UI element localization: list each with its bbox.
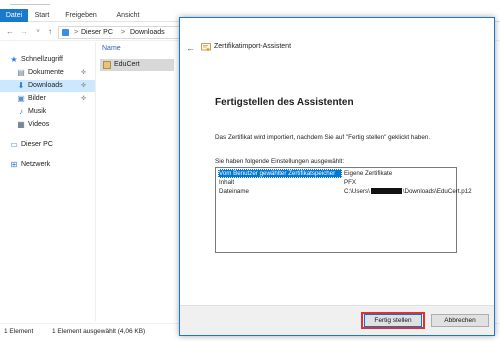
tab-ansicht[interactable]: Ansicht	[110, 9, 146, 22]
setting-key: Dateiname	[219, 188, 249, 195]
breadcrumb-downloads[interactable]: Downloads	[130, 28, 165, 38]
wizard-title: Zertifikatimport-Assistent	[214, 43, 292, 50]
wizard-header: ← Zertifikatimport-Assistent	[180, 18, 494, 74]
tab-start[interactable]: Start	[30, 9, 54, 22]
documents-icon: ▤	[17, 68, 25, 77]
sidebar-item-label: Schnellzugriff	[21, 56, 63, 63]
pin-icon[interactable]: ✜	[81, 93, 86, 105]
settings-list[interactable]: Vom Benutzer gewählter Zertifikatspeiche…	[215, 167, 472, 253]
path-suffix: \Downloads\EduCert.p12	[402, 188, 472, 195]
table-row[interactable]: Vom Benutzer gewählter Zertifikatspeiche…	[217, 169, 455, 178]
title-underline	[10, 0, 50, 5]
sidebar-item-label: Netzwerk	[21, 161, 51, 168]
setting-key: Vom Benutzer gewählter Zertifikatspeiche…	[218, 169, 342, 178]
download-arrow-icon: ⬇	[17, 81, 25, 90]
video-icon: ▦	[17, 120, 25, 129]
certificate-file-icon	[103, 61, 111, 69]
sidebar-item-label: Dokumente	[28, 69, 64, 76]
tab-datei[interactable]: Datei	[0, 9, 28, 22]
sidebar-item-bilder[interactable]: ▣ Bilder ✜	[0, 93, 95, 105]
selection-info: 1 Element ausgewählt (4,06 KB)	[52, 328, 146, 335]
table-row[interactable]: Inhalt PFX	[217, 178, 455, 187]
settings-label: Sie haben folgende Einstellungen ausgewä…	[215, 158, 345, 165]
explorer-title-bar	[0, 0, 500, 9]
sidebar-item-netzwerk[interactable]: ⊞ Netzwerk	[0, 159, 95, 171]
breadcrumb-separator: >	[74, 29, 79, 36]
back-arrow-icon[interactable]: ←	[5, 26, 15, 38]
wizard-footer: Fertig stellen Abbrechen	[180, 305, 494, 335]
path-prefix: C:\Users\	[344, 188, 370, 195]
column-header-name[interactable]: Name	[102, 45, 121, 52]
sidebar-item-musik[interactable]: ♪ Musik	[0, 106, 95, 118]
recent-locations-chevron-icon[interactable]: ˅	[33, 26, 43, 38]
file-name: EduCert	[114, 61, 140, 68]
back-arrow-icon[interactable]: ←	[186, 43, 195, 53]
star-icon: ★	[10, 55, 18, 64]
redaction-bar	[370, 188, 402, 195]
navigation-pane: ★ Schnellzugriff ▤ Dokumente ✜ ⬇ Downloa…	[0, 42, 95, 321]
network-icon: ⊞	[10, 160, 18, 169]
setting-value: PFX	[344, 179, 357, 186]
address-field[interactable]: > Dieser PC > Downloads	[58, 26, 188, 39]
sidebar-item-schnellzugriff[interactable]: ★ Schnellzugriff	[0, 54, 95, 66]
tab-freigeben[interactable]: Freigeben	[61, 9, 101, 22]
breadcrumb-dieser-pc[interactable]: Dieser PC	[81, 28, 113, 38]
setting-key: Inhalt	[219, 179, 235, 186]
sidebar-item-label: Musik	[28, 108, 47, 115]
breadcrumb-separator: >	[121, 29, 126, 36]
sidebar-item-label: Downloads	[28, 82, 63, 89]
pin-icon[interactable]: ✜	[81, 67, 86, 79]
computer-icon: ▭	[10, 140, 18, 149]
up-arrow-icon[interactable]: ↑	[45, 26, 55, 38]
table-row[interactable]: Dateiname C:\Users\ \Downloads\EduCert.p1…	[217, 187, 472, 196]
wizard-heading: Fertigstellen des Assistenten	[215, 97, 354, 108]
pin-icon[interactable]: ✜	[81, 80, 86, 92]
sidebar-item-dokumente[interactable]: ▤ Dokumente ✜	[0, 67, 95, 79]
finish-button[interactable]: Fertig stellen	[364, 314, 422, 327]
wizard-description: Das Zertifikat wird importiert, nachdem …	[215, 134, 431, 141]
item-count: 1 Element	[4, 328, 34, 335]
sidebar-item-videos[interactable]: ▦ Videos	[0, 119, 95, 131]
sidebar-item-dieser-pc[interactable]: ▭ Dieser PC	[0, 139, 95, 151]
list-item[interactable]: EduCert	[100, 59, 174, 71]
download-location-icon	[62, 29, 69, 36]
sidebar-item-label: Videos	[28, 121, 50, 128]
sidebar-item-label: Bilder	[28, 95, 46, 102]
setting-value: C:\Users\ \Downloads\EduCert.p12	[344, 187, 472, 196]
sidebar-item-downloads[interactable]: ⬇ Downloads ✜	[0, 80, 95, 92]
certificate-import-wizard: ← Zertifikatimport-Assistent Fertigstell…	[179, 17, 495, 336]
setting-value: Eigene Zertifikate	[344, 170, 393, 177]
sidebar-item-label: Dieser PC	[21, 141, 53, 148]
pictures-icon: ▣	[17, 94, 25, 103]
music-note-icon: ♪	[19, 107, 23, 116]
cancel-button[interactable]: Abbrechen	[431, 314, 489, 327]
certificate-icon	[201, 43, 211, 51]
forward-arrow-icon[interactable]: →	[19, 26, 29, 38]
